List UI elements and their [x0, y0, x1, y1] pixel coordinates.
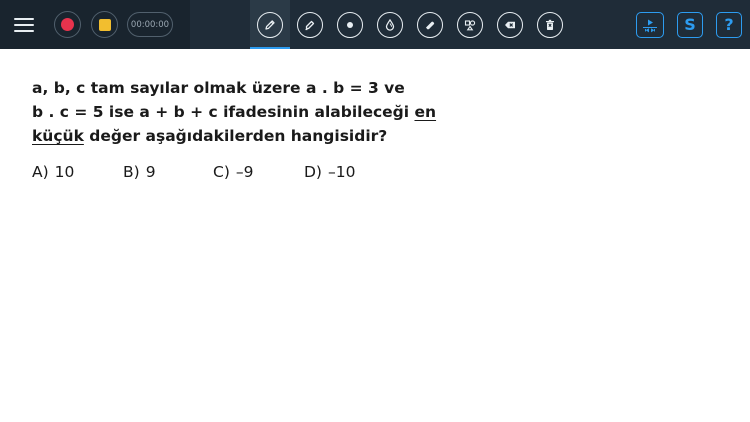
- option-value: 9: [145, 163, 156, 181]
- option-letter: B): [123, 163, 140, 181]
- option-value: –10: [327, 163, 356, 181]
- option-c[interactable]: C) –9: [213, 163, 304, 181]
- option-value: 10: [54, 163, 75, 181]
- help-button[interactable]: ?: [716, 11, 742, 38]
- question-text: a, b, c tam sayılar olmak üzere a . b = …: [32, 76, 732, 148]
- option-d[interactable]: D) –10: [304, 163, 355, 181]
- stop-button[interactable]: [91, 11, 118, 38]
- shapes-icon: [464, 19, 476, 30]
- media-player-icon: [643, 19, 657, 32]
- top-toolbar: 00:00:00 S ?: [0, 0, 750, 49]
- question-line-2-text: b . c = 5 ise a + b + c ifadesinin alabi…: [32, 103, 415, 121]
- option-value: –9: [235, 163, 254, 181]
- stop-square-icon: [98, 18, 111, 31]
- recording-timer: 00:00:00: [127, 12, 173, 37]
- option-a[interactable]: A) 10: [32, 163, 123, 181]
- record-dot-icon: [61, 18, 74, 31]
- ink-drop-tool[interactable]: [370, 0, 410, 49]
- eraser-icon: [426, 21, 435, 29]
- shapes-tool[interactable]: [450, 0, 490, 49]
- pencil-tool[interactable]: [250, 0, 290, 49]
- ink-drop-icon: [385, 18, 395, 31]
- menu-button[interactable]: [0, 0, 48, 49]
- underlined-word-kucuk: küçük: [32, 127, 84, 145]
- dot-icon: [347, 21, 353, 28]
- recording-controls: 00:00:00: [0, 0, 190, 49]
- eraser-tool[interactable]: [410, 0, 450, 49]
- record-button[interactable]: [54, 11, 81, 38]
- drawing-tools: [250, 0, 570, 49]
- backspace-icon: [505, 21, 515, 28]
- right-controls: S ?: [636, 0, 750, 49]
- pencil-icon: [265, 19, 275, 30]
- option-letter: A): [32, 163, 49, 181]
- question-line-3: küçük değer aşağıdakilerden hangisidir?: [32, 124, 732, 148]
- question-line-2: b . c = 5 ise a + b + c ifadesinin alabi…: [32, 100, 732, 124]
- option-b[interactable]: B) 9: [123, 163, 213, 181]
- option-letter: D): [304, 163, 322, 181]
- question-line-3-text: değer aşağıdakilerden hangisidir?: [83, 127, 388, 145]
- s-button[interactable]: S: [677, 11, 703, 38]
- question-area: a, b, c tam sayılar olmak üzere a . b = …: [32, 76, 732, 181]
- option-letter: C): [213, 163, 230, 181]
- backspace-tool[interactable]: [490, 0, 530, 49]
- trash-tool[interactable]: [530, 0, 570, 49]
- underlined-word-en: en: [414, 103, 437, 121]
- question-line-1: a, b, c tam sayılar olmak üzere a . b = …: [32, 79, 405, 97]
- media-player-button[interactable]: [636, 11, 664, 38]
- marker-icon: [305, 20, 315, 30]
- answer-options: A) 10 B) 9 C) –9 D) –10: [32, 163, 732, 181]
- marker-tool[interactable]: [290, 0, 330, 49]
- hamburger-icon: [14, 17, 34, 32]
- trash-icon: [546, 19, 554, 30]
- dot-tool[interactable]: [330, 0, 370, 49]
